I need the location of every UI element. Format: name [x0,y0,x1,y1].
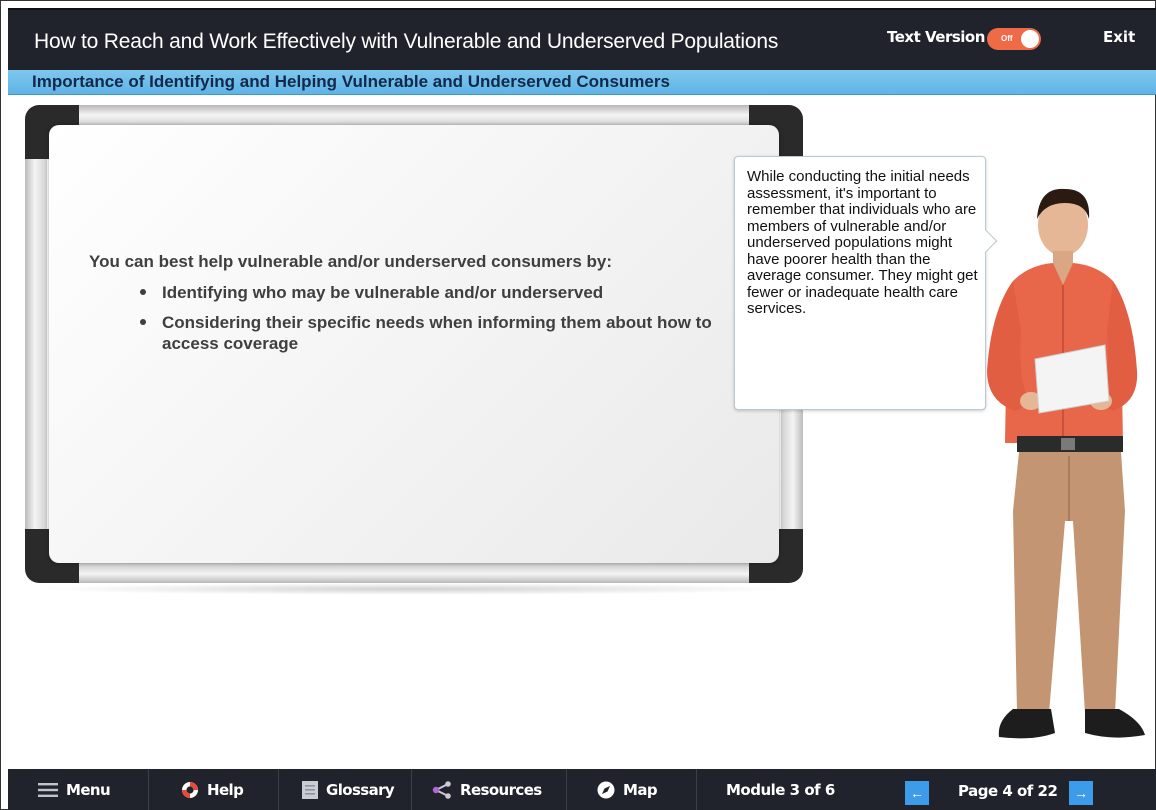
map-button[interactable]: Map [567,769,697,810]
help-button[interactable]: Help [149,769,279,810]
module-indicator: Module 3 of 6 [726,781,835,799]
menu-button[interactable]: Menu [8,769,149,810]
arrow-left-icon: ← [910,785,924,801]
glossary-button[interactable]: Glossary [279,769,412,810]
list-item: Identifying who may be vulnerable and/or… [135,282,729,303]
page-subheader: Importance of Identifying and Helping Vu… [8,70,1156,95]
presenter-image [973,181,1156,751]
bullet-dot-icon [140,289,146,295]
bullet-text: Considering their specific needs when in… [162,313,712,353]
next-page-button[interactable]: → [1069,781,1093,805]
list-item: Considering their specific needs when in… [135,312,729,354]
map-compass-icon [597,781,615,799]
bullet-dot-icon [140,319,146,325]
map-label: Map [623,781,658,799]
page-indicator: Page 4 of 22 [958,782,1058,800]
bullet-list: Identifying who may be vulnerable and/or… [89,282,729,354]
footer-bar: Menu Help Glossary Resources Map Module … [8,769,1156,810]
help-label: Help [207,781,244,799]
whiteboard-frame-top [55,105,773,127]
menu-label: Menu [66,781,111,799]
text-version-toggle[interactable]: Off [987,28,1041,50]
speech-bubble-text: While conducting the initial needs asses… [747,168,978,317]
whiteboard-content: You can best help vulnerable and/or unde… [89,251,729,363]
text-version-label: Text Version [887,28,985,46]
whiteboard-shadow [35,583,795,595]
page-title: Importance of Identifying and Helping Vu… [32,72,670,91]
resources-button[interactable]: Resources [412,769,567,810]
arrow-right-icon: → [1074,785,1088,801]
whiteboard-frame-left [25,135,47,555]
menu-icon [38,783,58,797]
exit-button[interactable]: Exit [1103,28,1135,46]
resources-share-icon [432,781,452,799]
whiteboard-intro: You can best help vulnerable and/or unde… [89,252,613,271]
header-bar: How to Reach and Work Effectively with V… [8,8,1156,70]
help-lifebuoy-icon [181,781,199,799]
course-title: How to Reach and Work Effectively with V… [34,30,779,53]
bullet-text: Identifying who may be vulnerable and/or… [162,283,604,302]
previous-page-button[interactable]: ← [905,781,929,805]
speech-bubble: While conducting the initial needs asses… [734,156,998,410]
whiteboard-frame-bottom [55,563,773,583]
glossary-book-icon [302,781,318,799]
course-window: How to Reach and Work Effectively with V… [0,0,1156,810]
toggle-state-label: Off [1001,34,1013,43]
glossary-label: Glossary [326,781,395,799]
resources-label: Resources [460,781,542,799]
toggle-knob [1021,30,1039,48]
